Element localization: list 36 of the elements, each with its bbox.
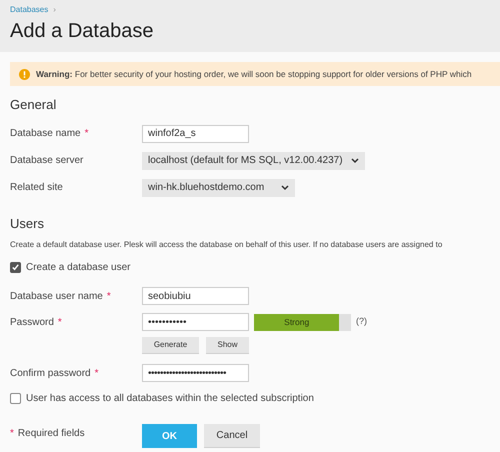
field-label: Password (10, 316, 54, 330)
select-field[interactable]: win-hk.bluehostdemo.com (142, 178, 295, 196)
field-label: Confirm password (10, 366, 91, 380)
checkbox[interactable] (10, 262, 21, 273)
checkbox-label: User has access to all databases within the selected subscription (26, 392, 314, 406)
strength-label: Strong (283, 316, 310, 329)
field-label: Related site (10, 181, 63, 195)
text-field[interactable]: seobiubiu (142, 287, 249, 305)
cancel-button[interactable]: Cancel (204, 424, 260, 448)
required-mark: * (94, 366, 98, 380)
required-mark: * (84, 127, 89, 141)
page-title: Add a Database (10, 19, 154, 44)
password-field[interactable]: ••••••••••• (142, 313, 249, 331)
secondary-button[interactable]: Generate (142, 337, 199, 354)
chevron-down-icon (350, 158, 359, 164)
text-field[interactable]: winfof2a_s (142, 124, 249, 142)
checkbox[interactable] (10, 393, 21, 404)
secondary-button[interactable]: Show (206, 337, 249, 354)
warning-text: Warning: For better security of your hosting order, we will soon be stopping support for older versions of PHP which (36, 68, 472, 80)
field-label: Database user name (10, 290, 103, 304)
section-heading: Users (10, 214, 45, 232)
password-field[interactable]: •••••••••••••••••••••••••• (142, 364, 249, 382)
select-field[interactable]: localhost (default for MS SQL, v12.00.4237) (142, 152, 365, 170)
chevron-down-icon (281, 184, 289, 190)
help-link[interactable]: (?) (356, 315, 367, 329)
breadcrumb-separator: › (53, 4, 56, 16)
checkbox-label: Create a database user (26, 261, 131, 275)
section-heading: General (10, 96, 58, 114)
field-label: Database name (10, 127, 81, 141)
required-mark: * (106, 290, 111, 304)
required-note: Required fields (18, 427, 85, 441)
warning-icon (19, 68, 30, 80)
section-description: Create a default database user. Plesk will access the database on behalf of this user. If no database users are assigned to (10, 239, 442, 251)
required-mark: * (58, 316, 62, 330)
required-mark: * (10, 427, 14, 441)
field-label: Database server (10, 154, 84, 168)
